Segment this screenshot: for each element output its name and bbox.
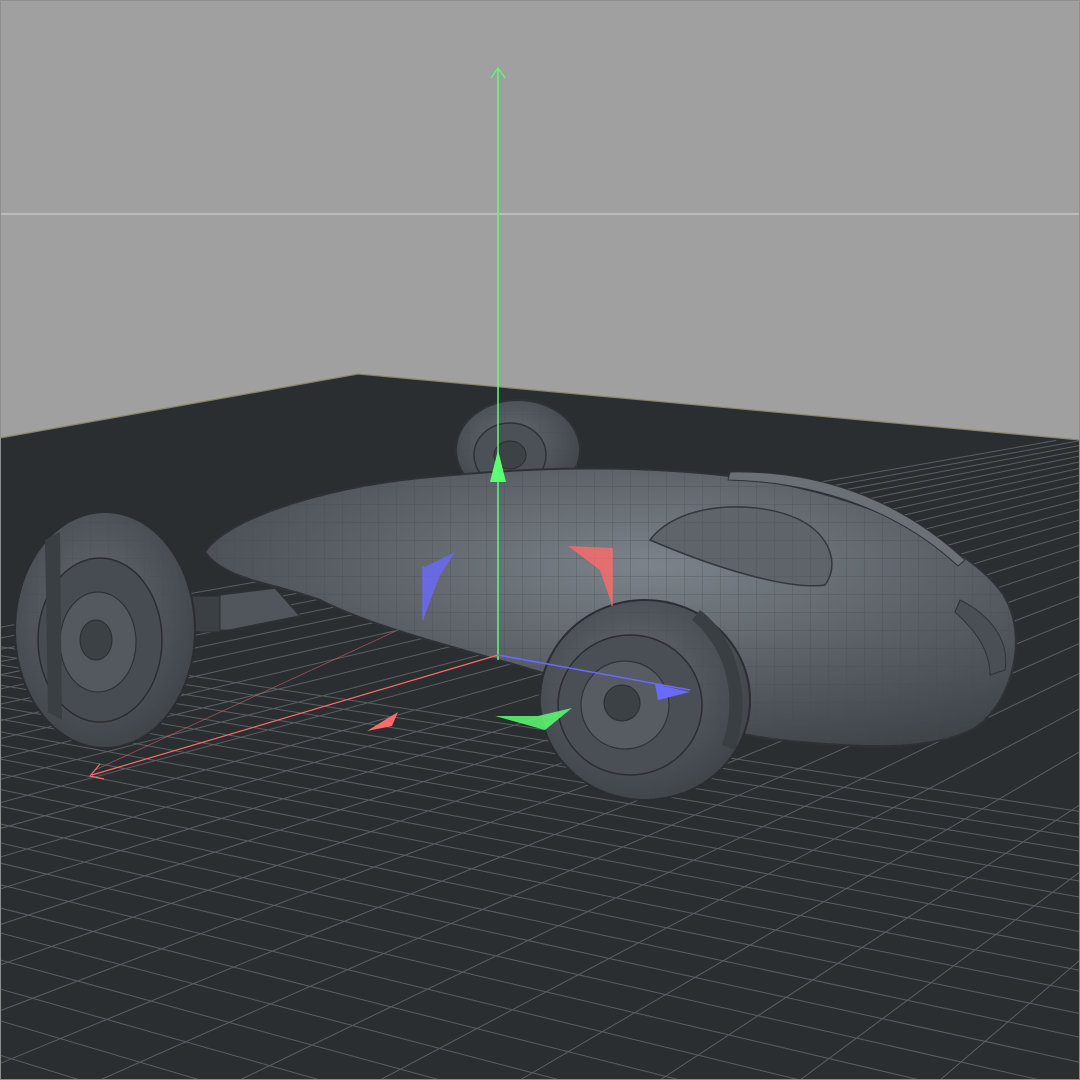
front-wheel[interactable] [539, 599, 751, 801]
rear-right-wheel[interactable] [14, 511, 196, 749]
viewport-canvas[interactable] [0, 0, 1080, 1080]
3d-viewport[interactable] [0, 0, 1080, 1080]
